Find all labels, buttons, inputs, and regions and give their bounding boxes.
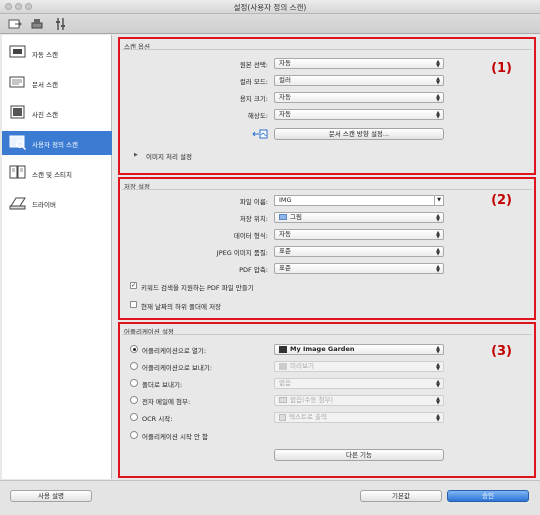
sidebar-item-driver[interactable]: 드라이버 — [2, 191, 112, 215]
no-app-radio[interactable] — [130, 431, 138, 439]
data-format-select[interactable]: 자동 ▲ ▼ — [274, 229, 444, 240]
bottom-bar: 사용 설명 기본값 승인 — [0, 480, 540, 515]
save-settings-section: 저장 설정 (2) 파일 이름: IMG ▼ 저장 위치: 그림 ▲ ▼ 데이터 형식… — [118, 177, 536, 320]
filename-dropdown-icon[interactable]: ▼ — [434, 196, 443, 205]
text-output-icon — [279, 413, 286, 421]
help-button[interactable]: 사용 설명 — [10, 490, 92, 502]
open-with-app-label: 어플리케이션으로 열기: — [142, 347, 207, 355]
attach-email-label: 전자 메일에 첨부: — [142, 398, 191, 406]
folder-icon — [279, 214, 287, 220]
preview-app-icon — [279, 362, 287, 370]
paper-size-label: 용지 크기: — [239, 95, 268, 103]
image-processing-label[interactable]: 이미지 처리 설정 — [146, 151, 192, 161]
resolution-select[interactable]: 자동 ▲ ▼ — [274, 109, 444, 120]
no-app-label: 어플리케이션 시작 안 함 — [142, 433, 208, 441]
scan-from-computer-icon[interactable] — [8, 17, 22, 31]
start-ocr-radio[interactable] — [130, 413, 138, 421]
send-to-app-radio[interactable] — [130, 362, 138, 370]
data-format-label: 데이터 형식: — [233, 232, 268, 240]
disclosure-triangle-icon[interactable]: ▶ — [134, 152, 138, 158]
jpeg-quality-label: JPEG 이미지 품질: — [216, 249, 268, 257]
ok-button[interactable]: 승인 — [447, 490, 529, 502]
subfolder-label: 현재 날짜의 하위 폴더에 저장 — [141, 303, 222, 311]
send-to-folder-label: 폴더로 보내기: — [142, 381, 183, 389]
application-settings-section: 어플리케이션 설정 (3) 어플리케이션으로 열기: My Image Gard… — [118, 322, 536, 478]
scan-options-section: 스캔 옵션 (1) 원본 선택: 자동 ▲ ▼ 컬러 모드: 컬러 ▲ ▼ 용지 크기:… — [118, 37, 536, 175]
attach-email-select[interactable]: 없음(수동 첨부) ▲ ▼ — [274, 395, 444, 406]
more-functions-button[interactable]: 다른 기능 — [274, 449, 444, 461]
start-ocr-label: OCR 시작: — [142, 415, 173, 423]
orientation-settings-button[interactable]: 문서 스캔 방향 설정... — [274, 128, 444, 140]
pdf-compression-select[interactable]: 표준 ▲ ▼ — [274, 263, 444, 274]
pdf-compression-label: PDF 압축: — [239, 266, 268, 274]
send-to-app-select[interactable]: 미리보기 ▲ ▼ — [274, 361, 444, 372]
section-number-2: (2) — [491, 193, 512, 208]
section-number-1: (1) — [491, 61, 512, 76]
section-divider — [122, 334, 532, 335]
subfolder-checkbox[interactable] — [130, 301, 137, 308]
defaults-button[interactable]: 기본값 — [360, 490, 442, 502]
send-to-folder-select[interactable]: 없음 ▲ ▼ — [274, 378, 444, 389]
driver-icon — [8, 194, 28, 211]
sidebar-item-scan-stitch[interactable]: 스캔 및 스티치 — [2, 161, 112, 185]
document-scan-icon — [8, 74, 28, 91]
save-location-label: 저장 위치: — [239, 215, 268, 223]
settings-panel: 스캔 옵션 (1) 원본 선택: 자동 ▲ ▼ 컬러 모드: 컬러 ▲ ▼ 용지 크기:… — [114, 35, 538, 479]
keyword-pdf-label: 키워드 검색을 지원하는 PDF 파일 만들기 — [141, 284, 254, 292]
source-select[interactable]: 자동 ▲ ▼ — [274, 58, 444, 69]
photo-scan-icon — [8, 104, 28, 121]
resolution-label: 해상도: — [247, 112, 268, 120]
window-title: 설정(사용자 정의 스캔) — [233, 3, 307, 12]
keyword-pdf-checkbox[interactable]: ✓ — [130, 282, 137, 289]
sidebar-item-document-scan[interactable]: 문서 스캔 — [2, 71, 112, 95]
send-to-app-label: 어플리케이션으로 보내기: — [142, 364, 213, 372]
title-bar: 설정(사용자 정의 스캔) — [0, 0, 540, 14]
my-image-garden-icon — [279, 345, 287, 353]
filename-input[interactable]: IMG ▼ — [274, 195, 444, 206]
auto-scan-icon — [8, 44, 28, 61]
filename-label: 파일 이름: — [239, 198, 268, 206]
paper-size-select[interactable]: 자동 ▲ ▼ — [274, 92, 444, 103]
toolbar — [0, 14, 540, 34]
sidebar-item-auto-scan[interactable]: 자동 스캔 — [2, 41, 112, 65]
jpeg-quality-select[interactable]: 표준 ▲ ▼ — [274, 246, 444, 257]
scan-from-operation-panel-icon[interactable] — [30, 17, 44, 31]
section-number-3: (3) — [491, 344, 512, 359]
section-divider — [122, 189, 532, 190]
section-divider — [122, 49, 532, 50]
sidebar-item-custom-scan[interactable]: 사용자 정의 스캔 — [2, 131, 112, 155]
open-with-app-select[interactable]: My Image Garden ▲ ▼ — [274, 344, 444, 355]
scan-stitch-icon — [8, 164, 28, 181]
attach-email-radio[interactable] — [130, 396, 138, 404]
color-mode-select[interactable]: 컬러 ▲ ▼ — [274, 75, 444, 86]
color-mode-label: 컬러 모드: — [239, 78, 268, 86]
send-to-folder-radio[interactable] — [130, 379, 138, 387]
start-ocr-select[interactable]: 텍스트로 출력 ▲ ▼ — [274, 412, 444, 423]
general-settings-icon[interactable] — [54, 17, 68, 31]
source-label: 원본 선택: — [239, 61, 268, 69]
sidebar-item-photo-scan[interactable]: 사진 스캔 — [2, 101, 112, 125]
custom-scan-icon — [8, 134, 28, 151]
sidebar: 자동 스캔 문서 스캔 사진 스캔 사용자 정의 스캔 스캔 및 스티치 드라이… — [2, 35, 112, 479]
folder-icon — [279, 397, 287, 403]
orientation-preview-icon — [252, 129, 268, 139]
save-location-select[interactable]: 그림 ▲ ▼ — [274, 212, 444, 223]
open-with-app-radio[interactable] — [130, 345, 138, 353]
